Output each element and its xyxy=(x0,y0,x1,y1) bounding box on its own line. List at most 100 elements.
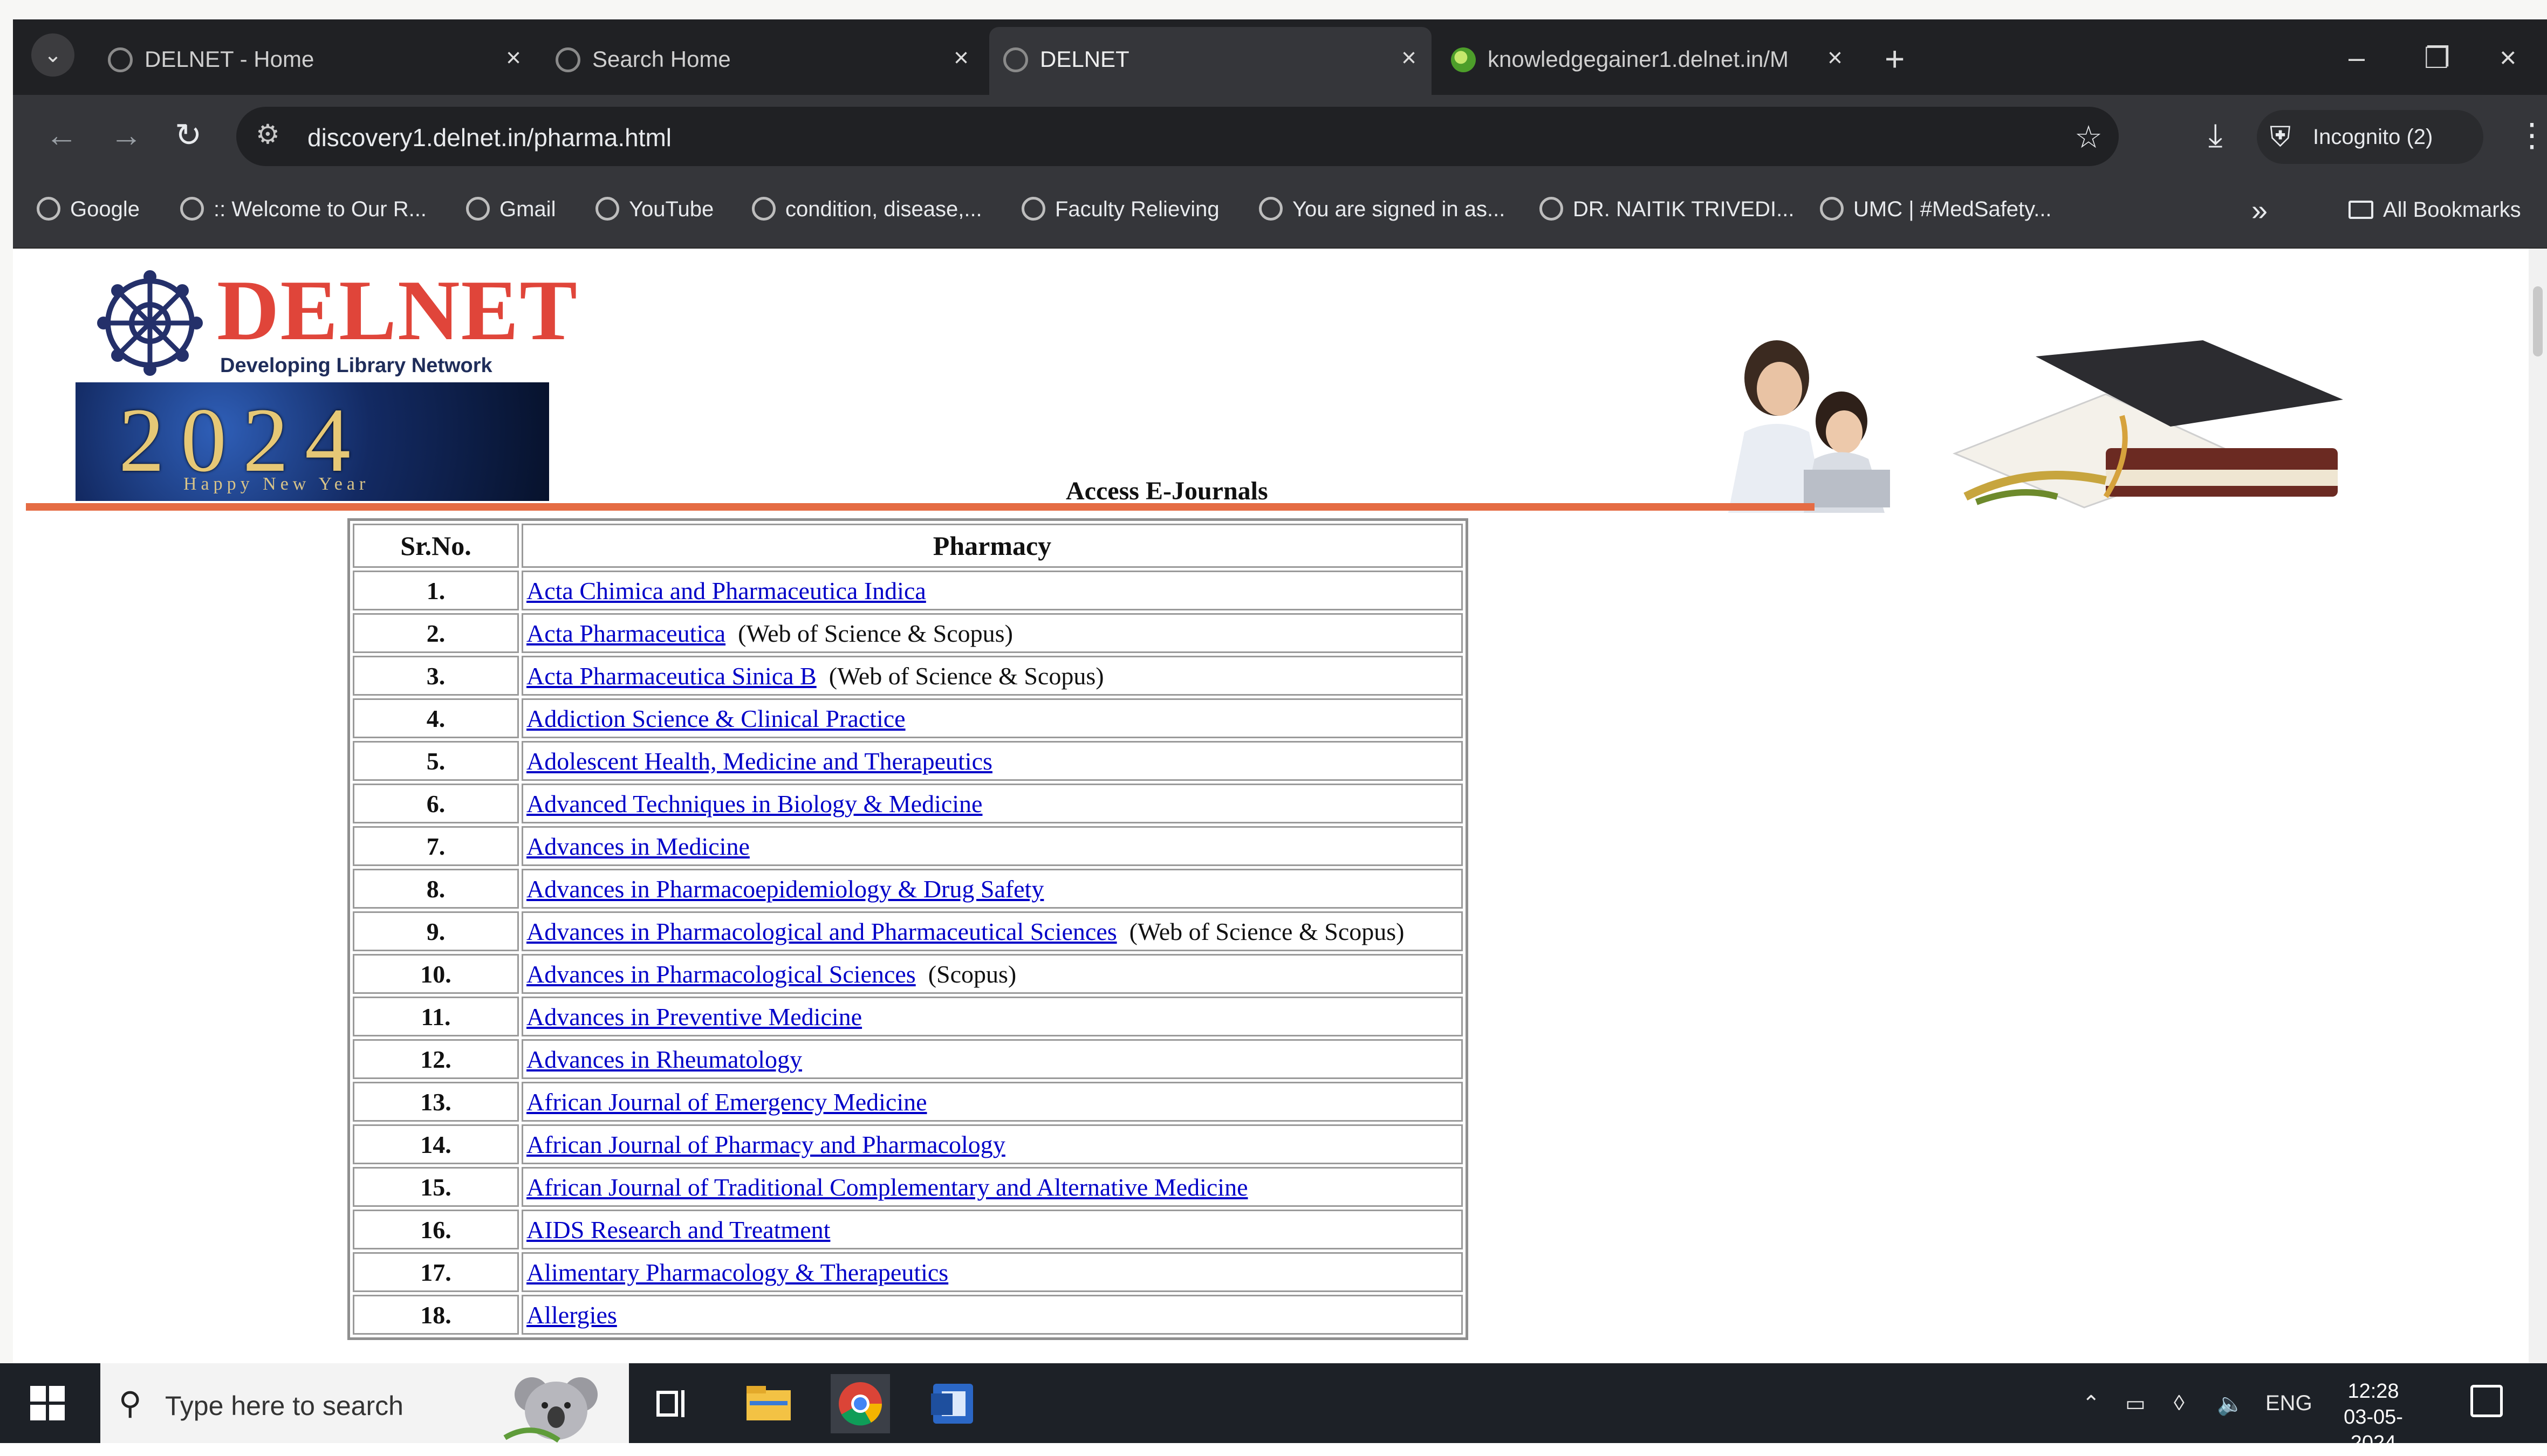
globe-icon xyxy=(180,197,204,221)
bookmark-item[interactable]: Google xyxy=(37,197,140,222)
windows-start-icon[interactable] xyxy=(30,1386,65,1420)
system-clock[interactable]: 12:28 03-05-2024 xyxy=(2325,1378,2422,1456)
address-bar[interactable]: ⚙ discovery1.delnet.in/pharma.html ☆ xyxy=(236,107,2119,166)
all-bookmarks-label: All Bookmarks xyxy=(2383,198,2521,222)
table-row: 13. African Journal of Emergency Medicine xyxy=(353,1082,1463,1122)
close-tab-icon[interactable]: × xyxy=(954,43,969,73)
journal-link[interactable]: Acta Pharmaceutica xyxy=(526,620,725,647)
tab-search-home[interactable]: Search Home × xyxy=(542,27,984,95)
file-explorer-icon[interactable] xyxy=(739,1374,798,1433)
journal-link[interactable]: Advances in Medicine xyxy=(526,833,750,860)
journal-link[interactable]: Advances in Preventive Medicine xyxy=(526,1003,862,1031)
tray-overflow-icon[interactable]: ⌃ xyxy=(2082,1391,2100,1416)
journal-link[interactable]: African Journal of Emergency Medicine xyxy=(526,1088,927,1116)
bookmark-item[interactable]: :: Welcome to Our R... xyxy=(180,197,427,222)
bookmark-item[interactable]: YouTube xyxy=(595,197,714,222)
journal-cell: Advances in Rheumatology xyxy=(522,1039,1463,1079)
close-window-icon[interactable]: × xyxy=(2500,41,2517,74)
tab-knowledgegainer[interactable]: knowledgegainer1.delnet.in/M × xyxy=(1437,27,1858,95)
url-text[interactable]: discovery1.delnet.in/pharma.html xyxy=(307,123,672,152)
globe-icon xyxy=(1022,197,1045,221)
forward-icon[interactable]: → xyxy=(110,116,142,154)
graduation-cap-illustration xyxy=(1953,340,2343,509)
notification-icon[interactable] xyxy=(2470,1385,2503,1417)
download-icon[interactable]: ⤓ xyxy=(2208,116,2223,154)
journal-link[interactable]: Advances in Pharmacoepidemiology & Drug … xyxy=(526,875,1044,903)
bookmark-label: Google xyxy=(70,197,140,221)
bookmark-label: DR. NAITIK TRIVEDI... xyxy=(1573,197,1795,221)
close-tab-icon[interactable]: × xyxy=(506,43,521,73)
tab-search-chevron-icon[interactable]: ⌄ xyxy=(31,33,74,77)
journal-link[interactable]: Alimentary Pharmacology & Therapeutics xyxy=(526,1259,948,1286)
all-bookmarks-button[interactable]: All Bookmarks xyxy=(2349,198,2521,222)
journal-cell: Advances in Pharmacological and Pharmace… xyxy=(522,911,1463,951)
table-row: 9. Advances in Pharmacological and Pharma… xyxy=(353,911,1463,951)
header-divider xyxy=(26,503,1815,511)
scrollbar-thumb[interactable] xyxy=(2533,286,2543,356)
bookmark-item[interactable]: Gmail xyxy=(466,197,556,222)
table-row: 5. Adolescent Health, Medicine and Therap… xyxy=(353,741,1463,781)
menu-kebab-icon[interactable]: ⋮ xyxy=(2516,116,2547,154)
page-scrollbar[interactable] xyxy=(2529,249,2547,1368)
clock-time: 12:28 xyxy=(2347,1380,2399,1403)
journal-link[interactable]: Addiction Science & Clinical Practice xyxy=(526,705,906,732)
incognito-badge[interactable]: ⛨ Incognito (2) xyxy=(2257,110,2483,164)
globe-icon xyxy=(556,47,580,72)
wifi-icon[interactable]: ◊ xyxy=(2174,1391,2185,1416)
tab-delnet[interactable]: DELNET × xyxy=(989,27,1432,95)
bookmark-star-icon[interactable]: ☆ xyxy=(2074,119,2103,155)
bookmark-item[interactable]: DR. NAITIK TRIVEDI... xyxy=(1539,197,1794,222)
journal-link[interactable]: AIDS Research and Treatment xyxy=(526,1216,830,1244)
journal-link[interactable]: Allergies xyxy=(526,1301,617,1329)
site-settings-icon[interactable]: ⚙ xyxy=(256,119,280,150)
more-bookmarks-icon[interactable]: » xyxy=(2251,194,2268,227)
folder-icon xyxy=(2349,201,2373,219)
restore-icon[interactable]: ❐ xyxy=(2424,41,2450,75)
taskbar-search-box[interactable]: ⚲ Type here to search xyxy=(100,1363,629,1443)
close-tab-icon[interactable]: × xyxy=(1827,43,1843,73)
tab-delnet-home[interactable]: DELNET - Home × xyxy=(94,27,536,95)
journal-link[interactable]: African Journal of Pharmacy and Pharmaco… xyxy=(526,1131,1005,1158)
table-row: 18. Allergies xyxy=(353,1295,1463,1335)
students-illustration xyxy=(1728,340,1890,513)
journal-number: 8. xyxy=(353,869,519,909)
close-tab-icon[interactable]: × xyxy=(1401,43,1416,73)
table-row: 15. African Journal of Traditional Comple… xyxy=(353,1167,1463,1207)
column-header-pharmacy: Pharmacy xyxy=(522,524,1463,568)
bookmark-item[interactable]: condition, disease,... xyxy=(752,197,982,222)
minimize-icon[interactable]: – xyxy=(2349,41,2365,74)
journal-number: 13. xyxy=(353,1082,519,1122)
column-header-sr-no: Sr.No. xyxy=(353,524,519,568)
journal-cell: Acta Pharmaceutica (Web of Science & Sco… xyxy=(522,613,1463,653)
journal-link[interactable]: Advances in Pharmacological and Pharmace… xyxy=(526,918,1117,945)
journal-link[interactable]: Advances in Rheumatology xyxy=(526,1046,802,1073)
journal-link[interactable]: Advances in Pharmacological Sciences xyxy=(526,960,916,988)
globe-icon xyxy=(1003,47,1028,72)
table-row: 14. African Journal of Pharmacy and Pharm… xyxy=(353,1124,1463,1164)
journal-number: 15. xyxy=(353,1167,519,1207)
back-icon[interactable]: ← xyxy=(45,116,78,154)
journal-link[interactable]: Advanced Techniques in Biology & Medicin… xyxy=(526,790,982,818)
bookmark-item[interactable]: UMC | #MedSafety... xyxy=(1820,197,2052,222)
new-tab-icon[interactable]: + xyxy=(1885,39,1905,79)
language-indicator[interactable]: ENG xyxy=(2265,1391,2312,1416)
bookmark-item[interactable]: Faculty Relieving xyxy=(1022,197,1220,222)
word-app-icon[interactable] xyxy=(922,1374,982,1433)
battery-icon[interactable]: ▭ xyxy=(2125,1391,2146,1416)
new-year-banner: 2024 Happy New Year xyxy=(76,382,549,501)
chrome-icon[interactable] xyxy=(831,1374,890,1433)
site-favicon-icon xyxy=(1451,47,1476,72)
journals-table: Sr.No. Pharmacy 1. Acta Chimica and Pharm… xyxy=(347,518,1468,1340)
journal-link[interactable]: Acta Chimica and Pharmaceutica Indica xyxy=(526,577,926,605)
tab-title: knowledgegainer1.delnet.in/M xyxy=(1488,46,1789,72)
journal-link[interactable]: African Journal of Traditional Complemen… xyxy=(526,1173,1248,1201)
journal-link[interactable]: Acta Pharmaceutica Sinica B xyxy=(526,662,817,690)
journal-number: 5. xyxy=(353,741,519,781)
bookmark-item[interactable]: You are signed in as... xyxy=(1259,197,1505,222)
reload-icon[interactable]: ↻ xyxy=(175,116,202,154)
volume-icon[interactable]: 🔈 xyxy=(2217,1391,2244,1417)
journal-link[interactable]: Adolescent Health, Medicine and Therapeu… xyxy=(526,747,992,775)
bookmark-label: YouTube xyxy=(629,197,714,221)
index-note: (Web of Science & Scopus) xyxy=(738,619,1013,647)
task-view-icon[interactable] xyxy=(642,1374,701,1433)
